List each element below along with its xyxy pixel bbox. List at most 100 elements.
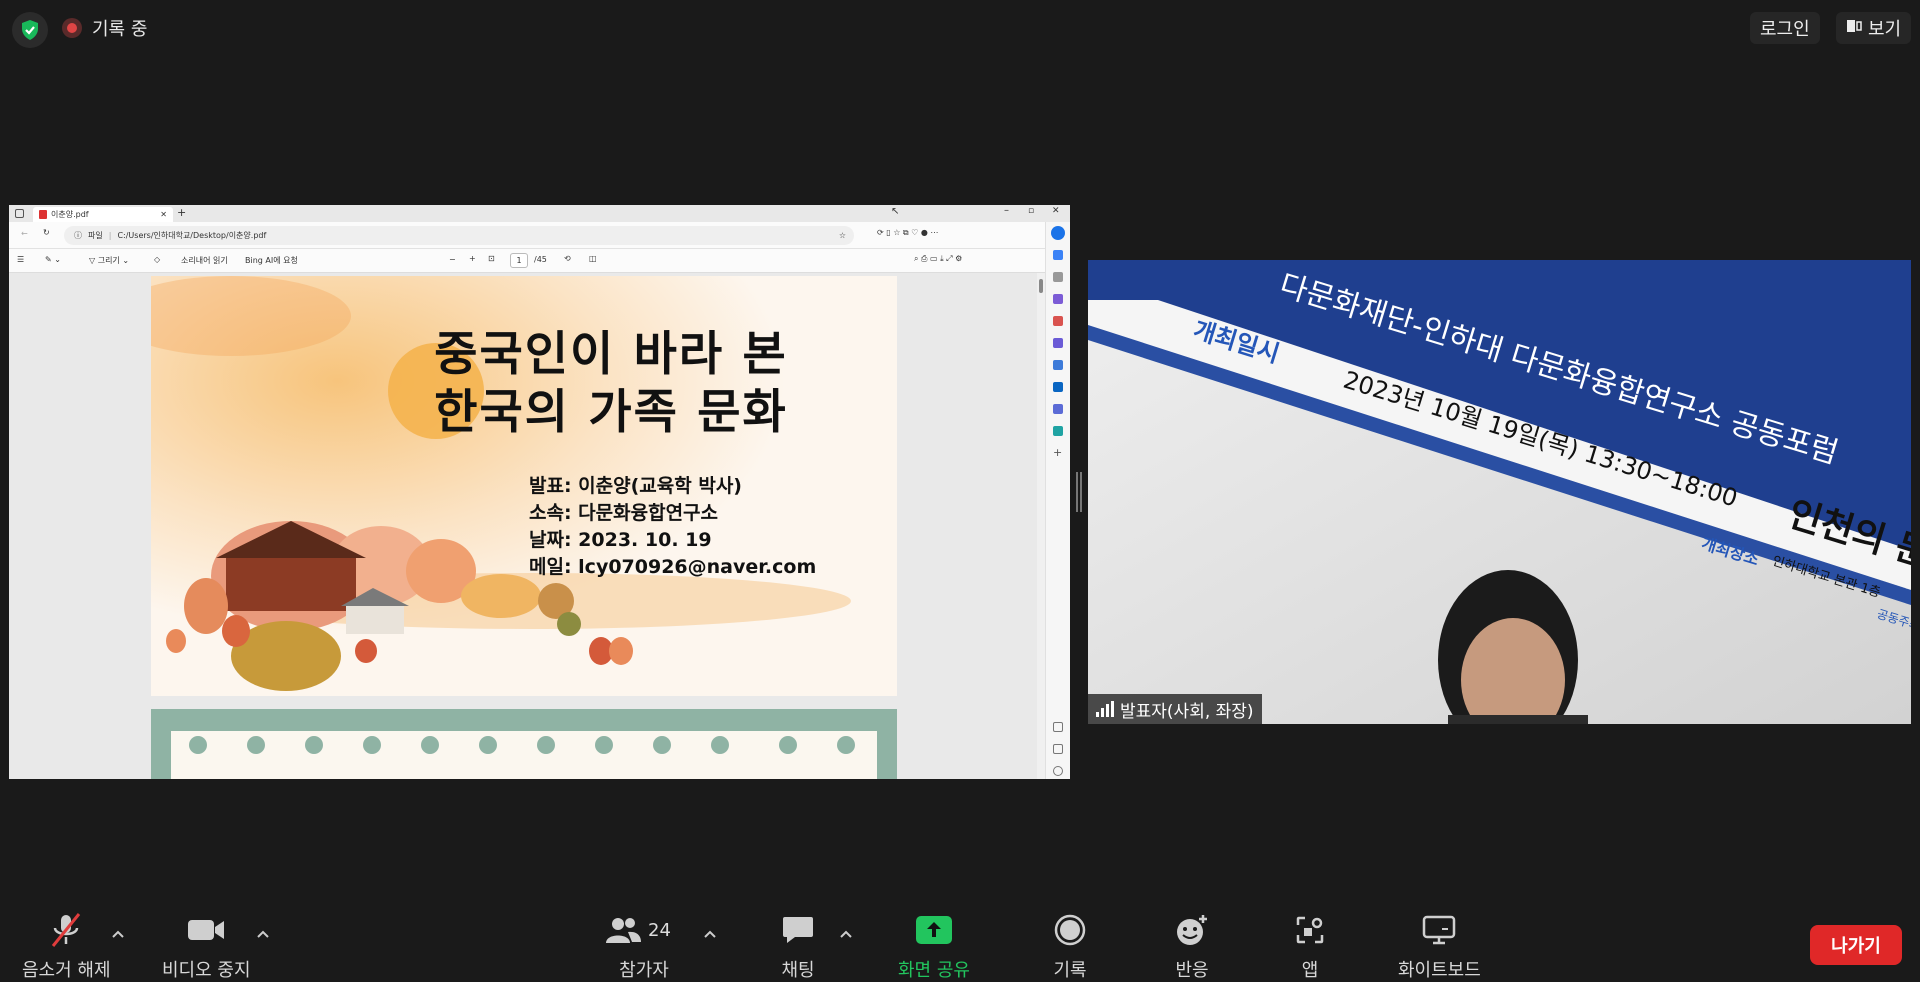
mic-muted-icon — [44, 910, 88, 950]
favorite-star-icon[interactable]: ☆ — [839, 231, 846, 240]
layout-splitter[interactable] — [1076, 472, 1082, 512]
whiteboard-button[interactable]: 화이트보드 — [1398, 910, 1481, 982]
slide-1: 중국인이 바라 본 한국의 가족 문화 발표: 이춘양(교육학 박사) 소속: … — [151, 276, 897, 696]
slide-date: 날짜: 2023. 10. 19 — [529, 529, 712, 551]
meeting-top-bar: 기록 중 로그인 보기 — [0, 0, 1920, 56]
stop-video-button[interactable]: 비디오 중지 — [162, 910, 251, 982]
sidebar-settings-icon[interactable] — [1053, 766, 1063, 776]
add-side-icon[interactable]: + — [1053, 447, 1063, 458]
pdf-right-tools[interactable]: ⌕ ⎙ ▭ ⤓ ⤢ ⚙ — [914, 254, 962, 264]
slide-affiliation: 소속: 다문화융합연구소 — [529, 502, 719, 524]
window-close-icon[interactable]: ✕ — [1052, 206, 1060, 216]
draw-tool[interactable]: ▽ 그리기 ⌄ — [89, 255, 129, 266]
address-bar[interactable]: ⓘ 파일 | C:/Users/인하대학교/Desktop/이춘양.pdf ☆ — [64, 226, 854, 245]
record-button[interactable]: 기록 — [1048, 910, 1092, 982]
participants-icon: 24 — [604, 910, 684, 950]
unmute-button[interactable]: 음소거 해제 — [22, 910, 111, 982]
sidebar-layout-icon[interactable] — [1053, 722, 1063, 732]
zoom-in-icon[interactable]: + — [469, 254, 476, 263]
reactions-label: 반응 — [1175, 960, 1209, 981]
tab-close-icon[interactable]: ✕ — [160, 210, 167, 219]
leave-button[interactable]: 나가기 — [1810, 925, 1902, 965]
outlook-side-icon[interactable] — [1053, 382, 1063, 392]
tools-side-icon[interactable] — [1053, 316, 1063, 326]
apps-button[interactable]: 앱 — [1288, 910, 1332, 982]
refresh-icon[interactable]: ↻ — [43, 228, 50, 237]
new-tab-icon[interactable]: + — [177, 206, 186, 219]
audio-options-chevron-up-icon[interactable] — [110, 926, 126, 942]
copilot-icon[interactable] — [1051, 226, 1065, 240]
video-camera-icon — [184, 910, 228, 950]
minimize-icon[interactable]: – — [1004, 205, 1009, 216]
edit-side-icon[interactable] — [1053, 404, 1063, 414]
tab-title: 이춘양.pdf — [51, 210, 89, 219]
meeting-controls: 음소거 해제 비디오 중지 24 참가자 채팅 화면 공유 기록 반응 앱 화이… — [0, 900, 1920, 982]
pdf-scrollbar[interactable] — [1037, 273, 1045, 779]
whiteboard-icon — [1417, 910, 1461, 950]
contents-icon[interactable]: ☰ — [17, 255, 24, 264]
view-layout-icon — [1846, 18, 1862, 39]
office-side-icon[interactable] — [1053, 360, 1063, 370]
zoom-out-icon[interactable]: − — [449, 255, 456, 264]
search-side-icon[interactable] — [1053, 272, 1063, 282]
address-prefix: 파일 — [88, 231, 103, 240]
bing-ai-button[interactable]: Bing AI에 요청 — [245, 255, 298, 266]
notification-icon[interactable] — [1053, 250, 1063, 260]
share-screen-button[interactable]: 화면 공유 — [898, 910, 970, 982]
address-bar-row: ← ↻ ⓘ 파일 | C:/Users/인하대학교/Desktop/이춘양.pd… — [9, 222, 1070, 249]
record-icon — [1048, 910, 1092, 950]
slide-title-line-2: 한국의 가족 문화 — [434, 385, 788, 440]
slide-2-rings — [189, 736, 855, 754]
recording-indicator[interactable]: 기록 중 — [62, 14, 147, 42]
cart-side-icon[interactable] — [1053, 426, 1063, 436]
tab-actions-icon[interactable] — [15, 209, 24, 218]
video-options-chevron-up-icon[interactable] — [255, 926, 271, 942]
login-label: 로그인 — [1760, 19, 1810, 40]
eraser-icon[interactable]: ◇ — [154, 255, 160, 264]
recording-dot-icon — [62, 18, 82, 38]
people-side-icon[interactable] — [1053, 338, 1063, 348]
stop-video-label: 비디오 중지 — [162, 960, 251, 981]
chat-options-chevron-up-icon[interactable] — [838, 926, 854, 942]
external-link-icon[interactable] — [1053, 744, 1063, 754]
whiteboard-label: 화이트보드 — [1398, 960, 1481, 981]
pdf-scroll-thumb[interactable] — [1039, 279, 1043, 293]
page-view-icon[interactable]: ◫ — [589, 254, 597, 263]
browser-tab[interactable]: 이춘양.pdf ✕ — [33, 207, 173, 222]
recording-label: 기록 중 — [92, 19, 148, 40]
pdf-viewer[interactable]: 중국인이 바라 본 한국의 가족 문화 발표: 이춘양(교육학 박사) 소속: … — [9, 273, 1037, 779]
participants-options-chevron-up-icon[interactable] — [702, 926, 718, 942]
participant-name: 발표자(사회, 좌장) — [1120, 701, 1254, 722]
shared-screen: 이춘양.pdf ✕ + ↖ – ▫ ✕ ← ↻ ⓘ 파일 | C:/Users/… — [9, 205, 1070, 779]
participants-button[interactable]: 24 참가자 — [604, 910, 684, 982]
pdf-file-icon — [39, 210, 47, 219]
record-label: 기록 — [1053, 960, 1087, 981]
rotate-icon[interactable]: ⟲ — [564, 254, 571, 263]
restore-icon[interactable]: ▫ — [1028, 206, 1034, 216]
fit-page-icon[interactable]: ⊡ — [488, 254, 495, 263]
read-aloud-button[interactable]: 소리내어 읽기 — [181, 255, 228, 266]
slide-title-line-1: 중국인이 바라 본 — [434, 327, 788, 382]
security-shield-icon[interactable] — [12, 12, 48, 48]
chat-button[interactable]: 채팅 — [776, 910, 820, 982]
browser-toolbar-icons[interactable]: ⟳ ▯ ☆ ⧉ ♡ ● ⋯ — [877, 228, 938, 238]
edge-sidebar: + — [1045, 222, 1070, 779]
login-button[interactable]: 로그인 — [1750, 12, 1820, 44]
participants-label: 참가자 — [619, 960, 669, 981]
unmute-label: 음소거 해제 — [22, 960, 111, 981]
view-button[interactable]: 보기 — [1836, 12, 1912, 44]
participant-video[interactable]: 다문화재단-인하대 다문화융합연구소 공동포럼 개최일시 2023년 10월 1… — [1088, 260, 1911, 724]
slide-2-preview — [151, 709, 897, 779]
slide-email: 메일: lcy070926@naver.com — [529, 556, 817, 578]
address-url: C:/Users/인하대학교/Desktop/이춘양.pdf — [117, 231, 267, 240]
highlight-icon[interactable]: ✎ ⌄ — [45, 255, 61, 264]
reactions-button[interactable]: 반응 — [1170, 910, 1214, 982]
chat-label: 채팅 — [781, 960, 815, 981]
smiley-add-icon — [1170, 910, 1214, 950]
page-total: /45 — [534, 255, 547, 264]
back-icon[interactable]: ← — [21, 229, 28, 238]
tag-side-icon[interactable] — [1053, 294, 1063, 304]
page-number-input[interactable]: 1 — [510, 253, 528, 268]
share-screen-label: 화면 공유 — [898, 960, 970, 981]
draw-label: 그리기 — [97, 256, 120, 265]
